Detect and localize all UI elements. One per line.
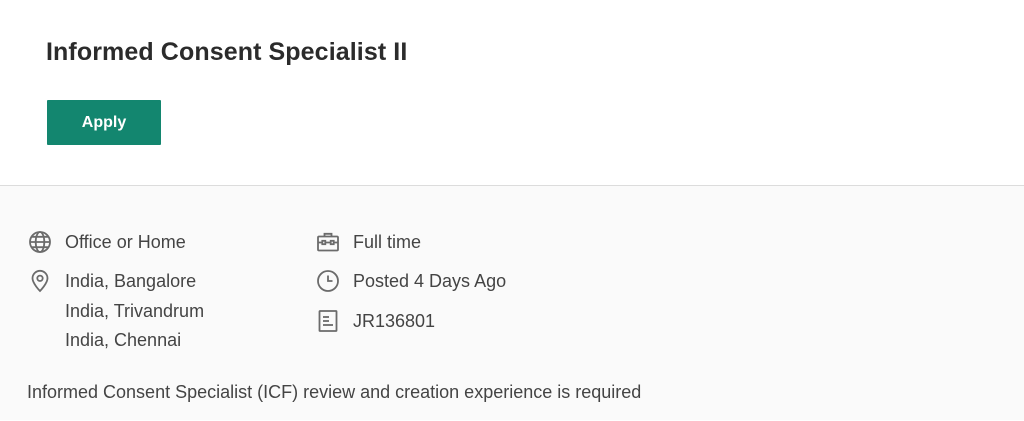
document-icon xyxy=(316,309,340,333)
clock-icon xyxy=(316,269,340,293)
location-item: India, Bangalore xyxy=(65,271,197,291)
locations-row: India, Bangalore India, Trivandrum India… xyxy=(28,269,204,356)
requisition-id: JR136801 xyxy=(353,311,436,331)
job-title: Informed Consent Specialist II xyxy=(46,38,408,66)
location-item: India, Chennai xyxy=(65,330,182,350)
work-mode-label: Office or Home xyxy=(65,232,186,252)
globe-icon xyxy=(28,230,52,254)
locations-list: India, Bangalore India, Trivandrum India… xyxy=(65,267,204,356)
employment-type-row: Full time xyxy=(316,230,421,258)
work-mode-row: Office or Home xyxy=(28,230,186,258)
apply-button[interactable]: Apply xyxy=(47,100,161,145)
employment-type-label: Full time xyxy=(353,232,422,252)
posted-label: Posted 4 Days Ago xyxy=(353,271,507,291)
posted-row: Posted 4 Days Ago xyxy=(316,269,506,297)
job-description: Informed Consent Specialist (ICF) review… xyxy=(27,382,642,402)
location-item: India, Trivandrum xyxy=(65,300,205,321)
location-pin-icon xyxy=(28,269,52,293)
requisition-row: JR136801 xyxy=(316,309,435,337)
job-details: Office or Home India, Bangalore India, T… xyxy=(0,186,1024,420)
job-header: Informed Consent Specialist II Apply xyxy=(0,0,1024,186)
briefcase-icon xyxy=(316,230,340,254)
